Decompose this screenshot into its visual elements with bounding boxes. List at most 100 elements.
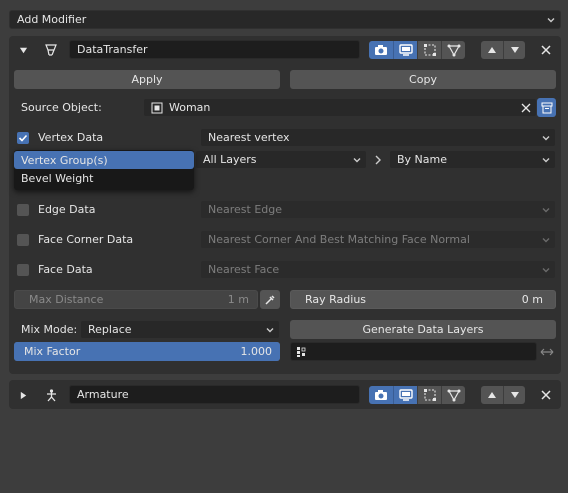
monitor-icon (398, 389, 413, 401)
chevron-down-icon (542, 237, 550, 242)
menu-item-bevel-weight[interactable]: Bevel Weight (14, 169, 194, 187)
menu-item-label: Vertex Group(s) (21, 153, 108, 167)
modifier-name-text: DataTransfer (77, 43, 148, 56)
vertex-types-menu: Vertex Group(s) Bevel Weight (14, 150, 194, 190)
cage-toggle[interactable] (441, 386, 465, 404)
vertex-mode-dropdown[interactable]: Nearest vertex (200, 128, 556, 147)
eyedropper-object-button[interactable] (537, 98, 556, 117)
move-down-button[interactable] (503, 386, 525, 404)
double-arrow-icon (540, 348, 553, 355)
generate-data-layers-button[interactable]: Generate Data Layers (290, 320, 556, 339)
move-up-button[interactable] (481, 386, 503, 404)
edge-mode-dropdown[interactable]: Nearest Edge (200, 200, 556, 219)
generate-label: Generate Data Layers (362, 323, 484, 336)
face-mode-value: Nearest Face (208, 263, 280, 276)
max-distance-label: Max Distance (29, 293, 104, 306)
face-corner-data-label: Face Corner Data (38, 233, 134, 246)
move-down-button[interactable] (503, 41, 525, 59)
mapping-select-dropdown[interactable]: By Name (389, 150, 556, 169)
invert-group-button[interactable] (537, 342, 556, 361)
modifier-name-field[interactable]: DataTransfer (69, 40, 360, 59)
face-data-checkbox[interactable] (17, 264, 29, 276)
editmode-toggle[interactable] (417, 41, 441, 59)
face-corner-mode-dropdown[interactable]: Nearest Corner And Best Matching Face No… (200, 230, 556, 249)
apply-button[interactable]: Apply (14, 70, 280, 89)
arrow-down-icon (510, 392, 519, 398)
pipette-icon (265, 294, 275, 305)
camera-icon (375, 390, 387, 400)
mix-factor-value: 1.000 (240, 345, 273, 358)
cage-toggle[interactable] (441, 41, 465, 59)
menu-item-vertex-groups[interactable]: Vertex Group(s) (14, 151, 194, 169)
arrow-up-icon (488, 47, 496, 53)
clear-icon[interactable] (521, 103, 531, 113)
max-distance-field[interactable]: Max Distance 1 m (14, 290, 258, 309)
vertex-group-field[interactable] (290, 342, 537, 361)
max-distance-toggle-button[interactable] (260, 290, 280, 309)
source-object-label: Source Object: (21, 101, 102, 114)
vertex-mode-value: Nearest vertex (208, 131, 290, 144)
source-object-value: Woman (169, 101, 211, 114)
render-toggle[interactable] (369, 41, 393, 59)
mix-factor-label: Mix Factor (24, 345, 81, 358)
checkmark-icon (18, 134, 28, 142)
remove-modifier-button[interactable] (538, 42, 554, 58)
close-icon (541, 390, 551, 400)
face-data-label: Face Data (38, 263, 93, 276)
camera-icon (375, 45, 387, 55)
copy-label: Copy (409, 73, 437, 86)
visibility-toggles-armature (369, 386, 465, 404)
remove-modifier-button-armature[interactable] (538, 387, 554, 403)
viewport-toggle[interactable] (393, 41, 417, 59)
collapse-arrow-icon[interactable] (16, 42, 30, 58)
layers-select-value: All Layers (203, 153, 257, 166)
move-up-button[interactable] (481, 41, 503, 59)
face-corner-mode-value: Nearest Corner And Best Matching Face No… (208, 233, 470, 246)
add-modifier-dropdown[interactable]: Add Modifier (9, 10, 561, 29)
copy-button[interactable]: Copy (290, 70, 556, 89)
object-icon (151, 102, 163, 113)
move-arrows-armature (481, 386, 525, 404)
chevron-right-icon (372, 152, 384, 167)
chevron-down-icon (266, 327, 274, 332)
ray-radius-label: Ray Radius (305, 293, 367, 306)
cage-icon (447, 389, 460, 402)
source-object-field[interactable]: Woman (143, 98, 537, 117)
modifier-name-text: Armature (77, 388, 129, 401)
mapping-select-value: By Name (397, 153, 448, 166)
chevron-down-icon (542, 267, 550, 272)
mix-mode-label: Mix Mode: (21, 323, 78, 336)
armature-icon (42, 386, 60, 404)
ray-radius-field[interactable]: Ray Radius 0 m (290, 290, 556, 309)
chevron-down-icon (353, 157, 361, 162)
face-mode-dropdown[interactable]: Nearest Face (200, 260, 556, 279)
cage-icon (447, 44, 460, 57)
editmode-toggle[interactable] (417, 386, 441, 404)
edge-data-label: Edge Data (38, 203, 96, 216)
add-modifier-label: Add Modifier (17, 13, 87, 26)
arrow-up-icon (488, 392, 496, 398)
menu-item-label: Bevel Weight (21, 171, 94, 185)
edit-mode-icon (423, 44, 436, 56)
arrow-down-icon (510, 47, 519, 53)
chevron-down-icon (542, 135, 550, 140)
expand-arrow-icon[interactable] (16, 387, 30, 403)
vertex-data-label: Vertex Data (38, 131, 104, 144)
vertex-data-checkbox[interactable] (17, 132, 29, 144)
apply-label: Apply (131, 73, 163, 86)
render-toggle[interactable] (369, 386, 393, 404)
move-arrows (481, 41, 525, 59)
mix-mode-value: Replace (88, 323, 132, 336)
mix-mode-dropdown[interactable]: Replace (80, 320, 280, 339)
chevron-down-icon (542, 157, 550, 162)
layers-select-dropdown[interactable]: All Layers (195, 150, 367, 169)
modifier-name-field-armature[interactable]: Armature (69, 385, 360, 404)
edge-data-checkbox[interactable] (17, 204, 29, 216)
face-corner-data-checkbox[interactable] (17, 234, 29, 246)
viewport-toggle[interactable] (393, 386, 417, 404)
close-icon (541, 45, 551, 55)
mix-factor-slider[interactable]: Mix Factor 1.000 (14, 342, 280, 361)
edge-mode-value: Nearest Edge (208, 203, 283, 216)
visibility-toggles (369, 41, 465, 59)
ray-radius-value: 0 m (521, 293, 543, 306)
